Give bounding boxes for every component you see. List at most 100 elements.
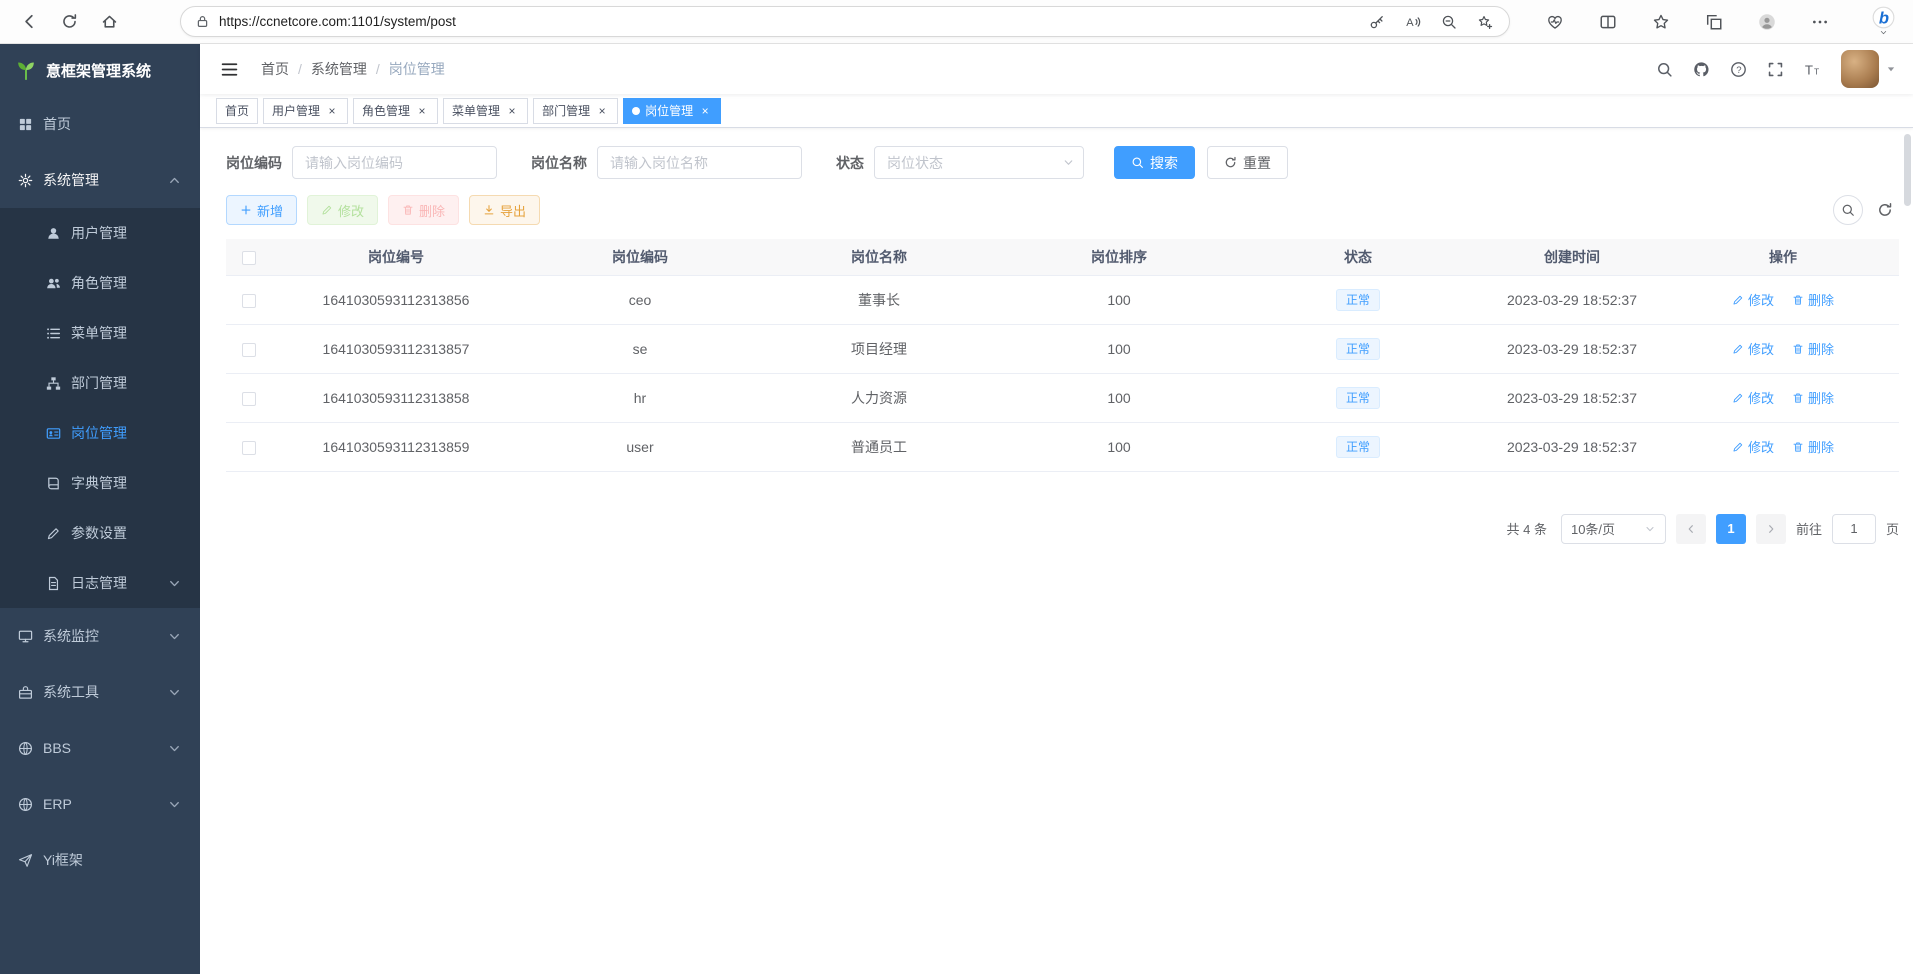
page-1-button[interactable]: 1 bbox=[1716, 514, 1746, 544]
goto-page-input[interactable] bbox=[1832, 514, 1876, 544]
refresh-icon[interactable] bbox=[54, 7, 84, 37]
scrollbar-thumb[interactable] bbox=[1904, 134, 1911, 206]
search-button[interactable]: 搜索 bbox=[1114, 146, 1195, 179]
delete-row-label: 删除 bbox=[1808, 437, 1834, 456]
row-checkbox[interactable] bbox=[242, 294, 256, 308]
next-page-button[interactable] bbox=[1756, 514, 1786, 544]
cell-post-code: hr bbox=[521, 373, 759, 422]
status-select-input[interactable] bbox=[874, 146, 1084, 179]
column-header: 岗位编号 bbox=[271, 239, 521, 275]
fullscreen-icon[interactable] bbox=[1767, 61, 1784, 78]
font-size-icon[interactable]: TT bbox=[1804, 61, 1821, 78]
sidebar-item-yi[interactable]: Yi框架 bbox=[0, 832, 200, 888]
site-info-lock-icon[interactable] bbox=[195, 14, 210, 29]
sidebar-item-erp[interactable]: ERP bbox=[0, 776, 200, 832]
export-button[interactable]: 导出 bbox=[469, 195, 540, 225]
tab-post[interactable]: 岗位管理× bbox=[623, 98, 721, 124]
search-icon bbox=[1841, 203, 1855, 217]
tab-user[interactable]: 用户管理× bbox=[263, 98, 348, 124]
column-header: 岗位编码 bbox=[521, 239, 759, 275]
delete-row-link[interactable]: 删除 bbox=[1792, 388, 1834, 407]
tab-menu[interactable]: 菜单管理× bbox=[443, 98, 528, 124]
edit-icon bbox=[46, 526, 61, 541]
table-row: 1641030593112313859user普通员工100正常2023-03-… bbox=[226, 422, 1899, 471]
split-screen-icon[interactable] bbox=[1596, 10, 1620, 34]
key-icon[interactable] bbox=[1367, 12, 1387, 32]
row-checkbox[interactable] bbox=[242, 441, 256, 455]
status-badge: 正常 bbox=[1336, 387, 1380, 409]
breadcrumb: 首页/系统管理/岗位管理 bbox=[261, 59, 445, 79]
sidebar-item-monitor[interactable]: 系统监控 bbox=[0, 608, 200, 664]
sidebar-item-bbs[interactable]: BBS bbox=[0, 720, 200, 776]
send-icon bbox=[18, 853, 33, 868]
chevron-down-icon bbox=[167, 685, 182, 700]
tab-dept[interactable]: 部门管理× bbox=[533, 98, 618, 124]
sidebar-item-post[interactable]: 岗位管理 bbox=[0, 408, 200, 458]
close-tab-icon[interactable]: × bbox=[505, 104, 519, 118]
sidebar-item-dept[interactable]: 部门管理 bbox=[0, 358, 200, 408]
favorites-icon[interactable] bbox=[1649, 10, 1673, 34]
page-size-select[interactable]: 10条/页 bbox=[1561, 514, 1666, 544]
chevron-down-icon bbox=[167, 797, 182, 812]
more-icon[interactable] bbox=[1808, 10, 1832, 34]
question-icon[interactable]: ? bbox=[1730, 61, 1747, 78]
back-icon[interactable] bbox=[14, 7, 44, 37]
edit-row-link[interactable]: 修改 bbox=[1732, 339, 1774, 358]
sidebar-item-dict[interactable]: 字典管理 bbox=[0, 458, 200, 508]
delete-button[interactable]: 删除 bbox=[388, 195, 459, 225]
browser-essentials-icon[interactable] bbox=[1543, 10, 1567, 34]
post-code-input[interactable] bbox=[292, 146, 497, 179]
sidebar-item-tool[interactable]: 系统工具 bbox=[0, 664, 200, 720]
search-icon[interactable] bbox=[1656, 61, 1673, 78]
sidebar-item-label: BBS bbox=[43, 740, 157, 756]
close-tab-icon[interactable]: × bbox=[415, 104, 429, 118]
delete-row-link[interactable]: 删除 bbox=[1792, 339, 1834, 358]
home-icon[interactable] bbox=[94, 7, 124, 37]
collections-icon[interactable] bbox=[1702, 10, 1726, 34]
prev-page-button[interactable] bbox=[1676, 514, 1706, 544]
row-checkbox[interactable] bbox=[242, 343, 256, 357]
edit-button[interactable]: 修改 bbox=[307, 195, 378, 225]
delete-row-link[interactable]: 删除 bbox=[1792, 290, 1834, 309]
sidebar-item-param[interactable]: 参数设置 bbox=[0, 508, 200, 558]
zoom-out-icon[interactable] bbox=[1439, 12, 1459, 32]
toggle-search-button[interactable] bbox=[1833, 195, 1863, 225]
select-all-checkbox[interactable] bbox=[242, 251, 256, 265]
bing-copilot-icon: b bbox=[1872, 6, 1895, 29]
edit-row-link[interactable]: 修改 bbox=[1732, 290, 1774, 309]
sidebar-item-role[interactable]: 角色管理 bbox=[0, 258, 200, 308]
tab-home[interactable]: 首页 bbox=[216, 98, 258, 124]
close-tab-icon[interactable]: × bbox=[698, 104, 712, 118]
user-menu[interactable] bbox=[1841, 50, 1897, 88]
row-checkbox[interactable] bbox=[242, 392, 256, 406]
sidebar-item-label: Yi框架 bbox=[43, 850, 182, 870]
sidebar-item-menu[interactable]: 菜单管理 bbox=[0, 308, 200, 358]
edit-row-link[interactable]: 修改 bbox=[1732, 388, 1774, 407]
profile-avatar-icon[interactable] bbox=[1755, 10, 1779, 34]
breadcrumb-item[interactable]: 系统管理 bbox=[311, 59, 367, 79]
address-bar[interactable]: https://ccnetcore.com:1101/system/post A bbox=[180, 6, 1510, 37]
refresh-table-button[interactable] bbox=[1877, 202, 1893, 218]
copilot-button[interactable]: b bbox=[1865, 6, 1901, 37]
edit-row-link[interactable]: 修改 bbox=[1732, 437, 1774, 456]
favorite-add-icon[interactable] bbox=[1475, 12, 1495, 32]
add-button[interactable]: 新增 bbox=[226, 195, 297, 225]
breadcrumb-item[interactable]: 首页 bbox=[261, 59, 289, 79]
close-tab-icon[interactable]: × bbox=[595, 104, 609, 118]
reset-button[interactable]: 重置 bbox=[1207, 146, 1288, 179]
status-select[interactable] bbox=[874, 146, 1084, 179]
sidebar-item-log[interactable]: 日志管理 bbox=[0, 558, 200, 608]
sidebar-toggle-icon[interactable] bbox=[216, 60, 243, 79]
pagination: 共 4 条 10条/页 1 前往 页 bbox=[226, 514, 1899, 544]
browser-action-buttons bbox=[1510, 10, 1865, 34]
post-name-input[interactable] bbox=[597, 146, 802, 179]
read-aloud-icon[interactable]: A bbox=[1403, 12, 1423, 32]
tab-role[interactable]: 角色管理× bbox=[353, 98, 438, 124]
delete-row-link[interactable]: 删除 bbox=[1792, 437, 1834, 456]
cell-created-time: 2023-03-29 18:52:37 bbox=[1477, 275, 1667, 324]
sidebar-item-user[interactable]: 用户管理 bbox=[0, 208, 200, 258]
close-tab-icon[interactable]: × bbox=[325, 104, 339, 118]
sidebar-item-system[interactable]: 系统管理 bbox=[0, 152, 200, 208]
github-icon[interactable] bbox=[1693, 61, 1710, 78]
sidebar-item-home[interactable]: 首页 bbox=[0, 96, 200, 152]
